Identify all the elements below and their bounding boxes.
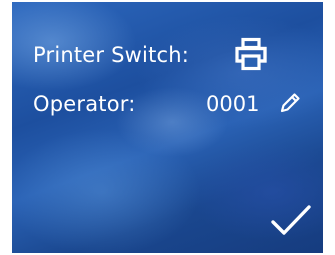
- checkmark-icon[interactable]: [270, 203, 312, 237]
- settings-screen: Printer Switch: Operator: 0001: [12, 2, 323, 253]
- printer-switch-label: Printer Switch:: [33, 43, 190, 67]
- operator-value: 0001: [206, 92, 260, 116]
- operator-label: Operator:: [33, 92, 136, 116]
- printer-icon[interactable]: [234, 37, 268, 71]
- pencil-icon[interactable]: [278, 91, 302, 115]
